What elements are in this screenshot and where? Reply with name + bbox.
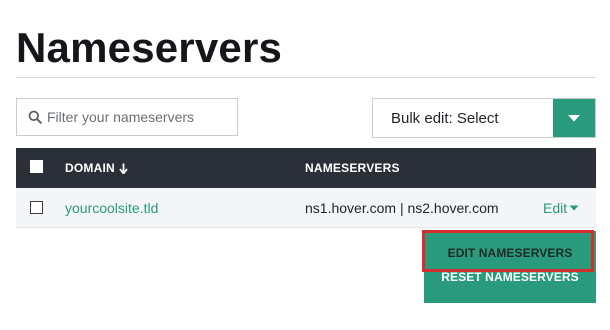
nameservers-value: ns1.hover.com | ns2.hover.com [305, 200, 499, 216]
sort-down-arrow-icon [119, 163, 128, 174]
domain-link[interactable]: yourcoolsite.tld [65, 200, 158, 216]
column-header-nameservers: NAMESERVERS [305, 161, 400, 175]
caret-down-icon [569, 205, 579, 211]
select-all-checkbox[interactable] [30, 160, 43, 173]
search-icon [23, 99, 47, 135]
bulk-edit-toggle[interactable] [553, 99, 595, 137]
edit-label: Edit [543, 200, 568, 216]
table-row: yourcoolsite.tld ns1.hover.com | ns2.hov… [16, 188, 596, 228]
edit-dropdown-button[interactable]: Edit [543, 200, 579, 216]
table-header: DOMAIN NAMESERVERS [16, 148, 596, 188]
column-header-domain[interactable]: DOMAIN [65, 161, 128, 175]
title-divider [16, 77, 596, 78]
bulk-edit-select[interactable]: Bulk edit: Select [372, 98, 596, 138]
row-checkbox[interactable] [30, 201, 43, 214]
search-input[interactable] [47, 109, 227, 125]
caret-down-icon [568, 114, 580, 121]
bulk-edit-label: Bulk edit: Select [391, 109, 499, 127]
search-box[interactable] [16, 98, 238, 136]
column-header-domain-label: DOMAIN [65, 161, 115, 175]
page-title: Nameservers [16, 24, 283, 71]
highlight-box [422, 230, 594, 272]
